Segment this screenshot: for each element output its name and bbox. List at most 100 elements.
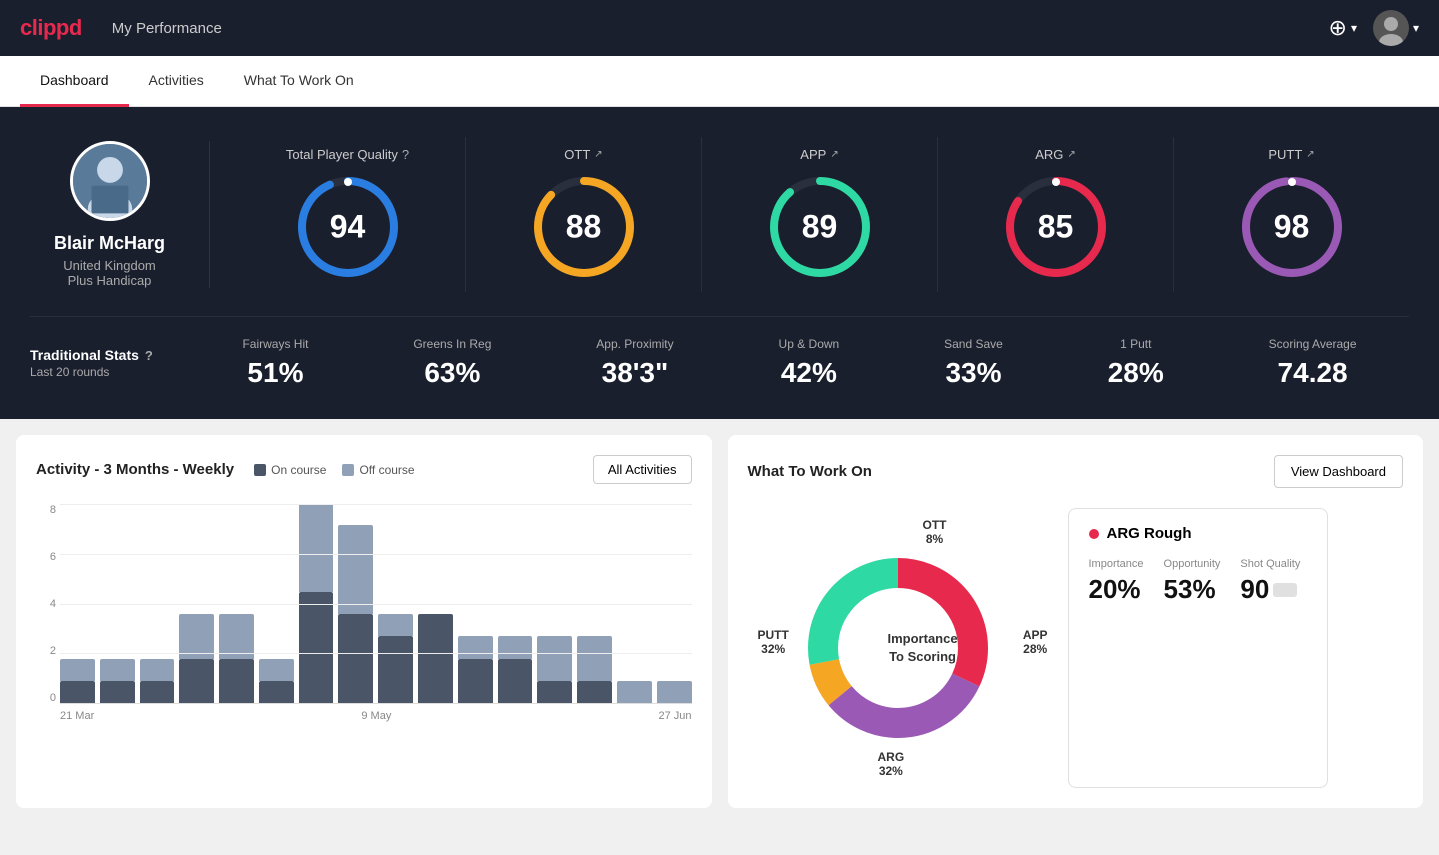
bar-oncourse — [577, 681, 612, 703]
quality-total: Total Player Quality ? 94 — [230, 137, 466, 292]
bar-group — [299, 504, 334, 703]
arg-value: 85 — [1038, 209, 1074, 246]
bar-group — [498, 504, 533, 703]
arg-rough-metrics: Importance 20% Opportunity 53% Shot Qual… — [1089, 558, 1307, 605]
work-on-title: What To Work On — [748, 463, 872, 480]
bar-group — [657, 504, 692, 703]
bar-offcourse — [259, 659, 294, 681]
stat-fairways-hit: Fairways Hit 51% — [242, 337, 308, 389]
work-on-panel: What To Work On View Dashboard — [728, 435, 1424, 808]
app-label: APP ↗ — [800, 147, 838, 162]
tab-what-to-work-on[interactable]: What To Work On — [224, 56, 374, 107]
stat-sand-save: Sand Save 33% — [944, 337, 1003, 389]
activity-panel-header: Activity - 3 Months - Weekly On course O… — [36, 455, 692, 484]
arg-gauge: 85 — [1001, 172, 1111, 282]
bar-offcourse — [299, 504, 334, 592]
bar-chart — [60, 504, 692, 704]
quality-ott: OTT ↗ 88 — [466, 137, 702, 292]
header-title: My Performance — [112, 20, 222, 37]
bar-group — [219, 504, 254, 703]
x-axis-labels: 21 Mar 9 May 27 Jun — [60, 704, 692, 722]
bar-oncourse — [537, 681, 572, 703]
activity-panel-title: Activity - 3 Months - Weekly — [36, 461, 234, 478]
stat-scoring-average: Scoring Average 74.28 — [1269, 337, 1357, 389]
oncourse-dot — [254, 464, 266, 476]
quality-badge — [1273, 583, 1297, 597]
arg-arrow-icon: ↗ — [1067, 149, 1075, 160]
bottom-panels: Activity - 3 Months - Weekly On course O… — [0, 419, 1439, 824]
offcourse-dot — [342, 464, 354, 476]
user-menu-button[interactable]: ▾ — [1373, 10, 1419, 46]
bar-offcourse — [60, 659, 95, 681]
bar-oncourse — [498, 659, 533, 703]
app-value: 89 — [802, 209, 838, 246]
chart-legend: On course Off course — [254, 463, 415, 477]
bar-oncourse — [140, 681, 175, 703]
bar-oncourse — [299, 592, 334, 703]
player-avatar — [70, 141, 150, 221]
bar-oncourse — [259, 681, 294, 703]
putt-arrow-icon: ↗ — [1306, 149, 1314, 160]
bar-group — [617, 504, 652, 703]
bar-offcourse — [458, 636, 493, 658]
activity-panel: Activity - 3 Months - Weekly On course O… — [16, 435, 712, 808]
app-gauge: 89 — [765, 172, 875, 282]
user-chevron-icon: ▾ — [1413, 21, 1419, 35]
shot-quality-metric: Shot Quality 90 — [1240, 558, 1300, 605]
bar-oncourse — [458, 659, 493, 703]
quality-arg: ARG ↗ 85 — [938, 137, 1174, 292]
bar-group — [259, 504, 294, 703]
stat-1-putt: 1 Putt 28% — [1108, 337, 1164, 389]
bar-group — [537, 504, 572, 703]
y-axis: 8 6 4 2 0 — [36, 504, 56, 704]
avatar — [1373, 10, 1409, 46]
donut-center-text: ImportanceTo Scoring — [888, 630, 958, 666]
plus-icon: ⊕ — [1329, 15, 1347, 41]
add-button[interactable]: ⊕ ▾ — [1329, 15, 1357, 41]
bar-offcourse — [537, 636, 572, 680]
tab-dashboard[interactable]: Dashboard — [20, 56, 129, 107]
bar-offcourse — [140, 659, 175, 681]
bar-group — [418, 504, 453, 703]
header: clippd My Performance ⊕ ▾ ▾ — [0, 0, 1439, 56]
trad-stats-label: Traditional Stats ? Last 20 rounds — [30, 347, 190, 379]
stat-greens-in-reg: Greens In Reg 63% — [413, 337, 491, 389]
all-activities-button[interactable]: All Activities — [593, 455, 692, 484]
view-dashboard-button[interactable]: View Dashboard — [1274, 455, 1403, 488]
bar-offcourse — [577, 636, 612, 680]
arg-donut-label: ARG 32% — [878, 750, 905, 778]
player-name: Blair McHarg — [54, 233, 165, 254]
trad-stats-subtitle: Last 20 rounds — [30, 365, 190, 379]
quality-section: Total Player Quality ? 94 OTT ↗ — [230, 137, 1409, 292]
tab-activities[interactable]: Activities — [129, 56, 224, 107]
ott-gauge: 88 — [529, 172, 639, 282]
work-on-panel-header: What To Work On View Dashboard — [748, 455, 1404, 488]
bar-oncourse — [338, 614, 373, 703]
donut-chart-container: ImportanceTo Scoring OTT 8% APP 28% ARG … — [748, 508, 1048, 788]
bar-group — [378, 504, 413, 703]
arg-rough-card: ARG Rough Importance 20% Opportunity 53%… — [1068, 508, 1328, 788]
app-arrow-icon: ↗ — [830, 149, 838, 160]
total-gauge: 94 — [293, 172, 403, 282]
bar-oncourse — [100, 681, 135, 703]
chart-wrapper: 8 6 4 2 0 21 Mar 9 May 27 Jun — [36, 504, 692, 722]
putt-label: PUTT ↗ — [1268, 147, 1314, 162]
bar-offcourse — [498, 636, 533, 658]
trad-stats-title: Traditional Stats ? — [30, 347, 190, 363]
quality-app: APP ↗ 89 — [702, 137, 938, 292]
bar-group — [577, 504, 612, 703]
ott-value: 88 — [566, 209, 602, 246]
help-icon[interactable]: ? — [402, 147, 409, 162]
putt-value: 98 — [1274, 209, 1310, 246]
traditional-stats: Traditional Stats ? Last 20 rounds Fairw… — [30, 316, 1409, 389]
player-info: Blair McHarg United Kingdom Plus Handica… — [30, 141, 210, 288]
bar-oncourse — [378, 636, 413, 703]
trad-stats-items: Fairways Hit 51% Greens In Reg 63% App. … — [190, 337, 1409, 389]
stats-banner: Blair McHarg United Kingdom Plus Handica… — [0, 107, 1439, 419]
arg-rough-title: ARG Rough — [1107, 525, 1192, 542]
trad-help-icon[interactable]: ? — [145, 348, 153, 363]
importance-metric: Importance 20% — [1089, 558, 1144, 605]
work-panel-content: ImportanceTo Scoring OTT 8% APP 28% ARG … — [748, 508, 1404, 788]
bar-oncourse — [60, 681, 95, 703]
stat-up-down: Up & Down 42% — [779, 337, 840, 389]
